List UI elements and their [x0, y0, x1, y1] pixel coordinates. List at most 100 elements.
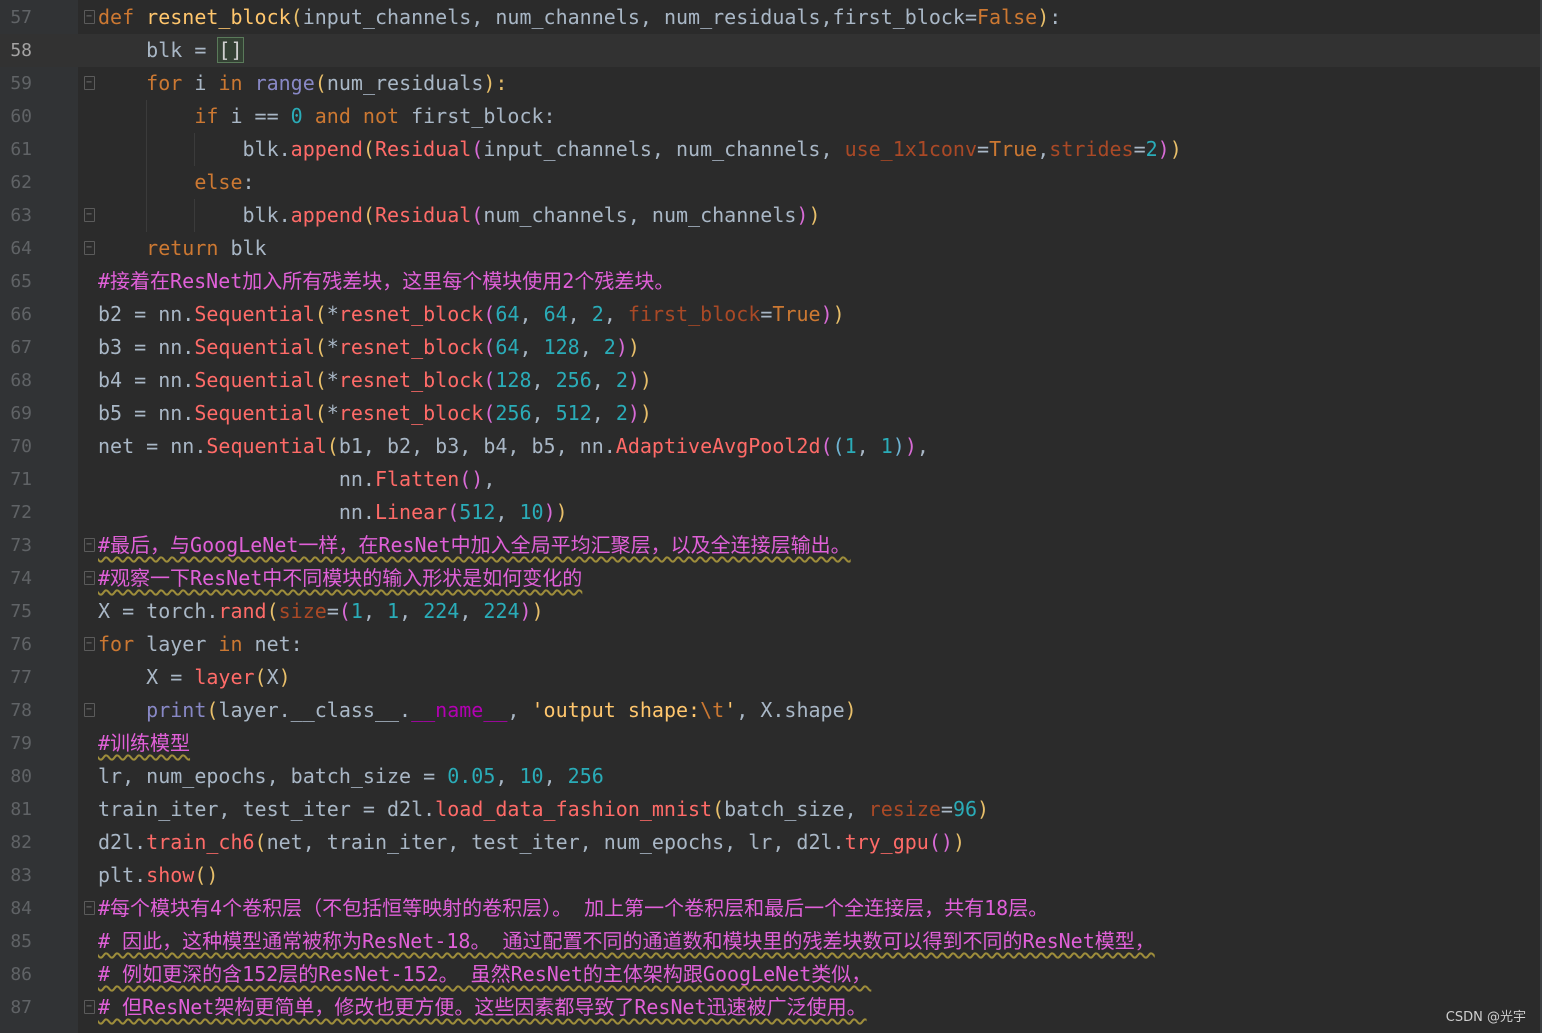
fold-end-icon[interactable] — [84, 241, 95, 255]
code-token: blk. — [98, 137, 291, 161]
code-text[interactable]: # 例如更深的含152层的ResNet-152。 虽然ResNet的主体架构跟G… — [98, 958, 871, 991]
code-line[interactable]: 73 #最后，与GoogLeNet一样，在ResNet中加入全局平均汇聚层，以及全… — [0, 529, 1542, 562]
code-line[interactable]: 85 # 因此，这种模型通常被称为ResNet-18。 通过配置不同的通道数和模块… — [0, 925, 1542, 958]
code-text[interactable]: return blk — [98, 232, 266, 265]
code-line[interactable]: 75 X = torch.rand(size=(1, 1, 224, 224)) — [0, 595, 1542, 628]
code-text[interactable]: net = nn.Sequential(b1, b2, b3, b4, b5, … — [98, 430, 929, 463]
line-number: 76 — [10, 634, 32, 655]
code-line[interactable]: 64 return blk — [0, 232, 1542, 265]
fold-collapse-icon[interactable] — [84, 10, 95, 24]
code-text[interactable]: nn.Linear(512, 10)) — [98, 496, 568, 529]
code-editor[interactable]: 57def resnet_block(input_channels, num_c… — [0, 0, 1542, 1033]
fold-end-icon[interactable] — [84, 571, 95, 585]
code-line[interactable]: 68 b4 = nn.Sequential(*resnet_block(128, … — [0, 364, 1542, 397]
code-line[interactable]: 61 blk.append(Residual(input_channels, n… — [0, 133, 1542, 166]
code-text[interactable]: #每个模块有4个卷积层（不包括恒等映射的卷积层）。 加上第一个卷积层和最后一个全… — [98, 892, 1048, 925]
code-token: ( — [447, 500, 460, 524]
code-token: ( — [326, 434, 339, 458]
code-token: resnet_block — [146, 5, 291, 29]
code-token: 256 — [567, 764, 604, 788]
fold-collapse-icon[interactable] — [84, 538, 95, 552]
code-line[interactable]: 59 for i in range(num_residuals): — [0, 67, 1542, 100]
code-token: resize — [868, 797, 941, 821]
code-text[interactable]: train_iter, test_iter = d2l.load_data_fa… — [98, 793, 989, 826]
code-text[interactable]: #观察一下ResNet中不同模块的输入形状是如何变化的 — [98, 562, 582, 595]
code-token: , — [362, 599, 388, 623]
code-line[interactable]: 57 def resnet_block(input_channels, num_c… — [0, 1, 1542, 34]
code-text[interactable]: #训练模型 — [98, 727, 190, 760]
fold-end-icon[interactable] — [84, 703, 95, 717]
code-token: 1 — [880, 434, 893, 458]
code-text[interactable]: b4 = nn.Sequential(*resnet_block(128, 25… — [98, 364, 652, 397]
code-line[interactable]: 60 if i == 0 and not first_block: — [0, 100, 1542, 133]
code-line[interactable]: 83 plt.show() — [0, 859, 1542, 892]
code-line[interactable]: 82 d2l.train_ch6(net, train_iter, test_it… — [0, 826, 1542, 859]
code-line[interactable]: 86 # 例如更深的含152层的ResNet-152。 虽然ResNet的主体架构… — [0, 958, 1542, 991]
code-line[interactable]: 70 net = nn.Sequential(b1, b2, b3, b4, b5… — [0, 430, 1542, 463]
fold-collapse-icon[interactable] — [84, 76, 95, 90]
code-text[interactable]: for i in range(num_residuals): — [98, 67, 507, 100]
code-line[interactable]: 77 X = layer(X) — [0, 661, 1542, 694]
code-text[interactable]: d2l.train_ch6(net, train_iter, test_iter… — [98, 826, 965, 859]
code-token: 2 — [615, 401, 628, 425]
code-text[interactable]: X = layer(X) — [98, 661, 291, 694]
code-text[interactable]: def resnet_block(input_channels, num_cha… — [98, 1, 1061, 34]
line-number: 79 — [10, 733, 32, 754]
code-token: else — [194, 170, 243, 194]
code-text[interactable]: b3 = nn.Sequential(*resnet_block(64, 128… — [98, 331, 640, 364]
code-line[interactable]: 79 #训练模型 — [0, 727, 1542, 760]
code-token: Flatten — [374, 467, 460, 491]
code-line[interactable]: 67 b3 = nn.Sequential(*resnet_block(64, 1… — [0, 331, 1542, 364]
code-token: True — [772, 302, 821, 326]
code-token: \t — [700, 698, 725, 722]
code-line[interactable]: 78 print(layer.__class__.__name__, 'outp… — [0, 694, 1542, 727]
code-text[interactable]: plt.show() — [98, 859, 218, 892]
fold-end-icon[interactable] — [84, 1000, 95, 1014]
code-line[interactable]: 65 #接着在ResNet加入所有残差块，这里每个模块使用2个残差块。 — [0, 265, 1542, 298]
code-line[interactable]: 72 nn.Linear(512, 10)) — [0, 496, 1542, 529]
line-number: 75 — [10, 601, 32, 622]
code-text[interactable]: blk = [] — [98, 34, 244, 67]
code-text[interactable]: if i == 0 and not first_block: — [98, 100, 555, 133]
line-number: 72 — [10, 502, 32, 523]
code-line[interactable]: 66 b2 = nn.Sequential(*resnet_block(64, 6… — [0, 298, 1542, 331]
code-text[interactable]: # 但ResNet架构更简单，修改也更方便。这些因素都导致了ResNet迅速被广… — [98, 991, 867, 1024]
code-token: Sequential — [194, 335, 315, 359]
code-text[interactable]: else: — [98, 166, 254, 199]
code-token: ) — [543, 500, 556, 524]
code-text[interactable]: lr, num_epochs, batch_size = 0.05, 10, 2… — [98, 760, 604, 793]
fold-collapse-icon[interactable] — [84, 901, 95, 915]
code-text[interactable]: blk.append(Residual(num_channels, num_ch… — [98, 199, 820, 232]
code-line[interactable]: 81 train_iter, test_iter = d2l.load_data_… — [0, 793, 1542, 826]
code-token: ) — [796, 203, 809, 227]
code-text[interactable]: blk.append(Residual(input_channels, num_… — [98, 133, 1181, 166]
code-line[interactable]: 71 nn.Flatten(), — [0, 463, 1542, 496]
code-text[interactable]: b5 = nn.Sequential(*resnet_block(256, 51… — [98, 397, 652, 430]
code-text[interactable]: X = torch.rand(size=(1, 1, 224, 224)) — [98, 595, 544, 628]
code-line[interactable]: 84 #每个模块有4个卷积层（不包括恒等映射的卷积层）。 加上第一个卷积层和最后一… — [0, 892, 1542, 925]
code-token: ) — [555, 500, 568, 524]
code-line[interactable]: 74 #观察一下ResNet中不同模块的输入形状是如何变化的 — [0, 562, 1542, 595]
fold-end-icon[interactable] — [84, 208, 95, 222]
code-token: ( — [483, 302, 496, 326]
code-line[interactable]: 76 for layer in net: — [0, 628, 1542, 661]
code-text[interactable]: for layer in net: — [98, 628, 303, 661]
code-token: 128 — [495, 368, 532, 392]
code-line[interactable]: 58 blk = [] — [0, 34, 1542, 67]
code-text[interactable]: # 因此，这种模型通常被称为ResNet-18。 通过配置不同的通道数和模块里的… — [98, 925, 1155, 958]
code-text[interactable]: nn.Flatten(), — [98, 463, 496, 496]
code-text[interactable]: print(layer.__class__.__name__, 'output … — [98, 694, 856, 727]
code-line[interactable]: 63 blk.append(Residual(num_channels, num… — [0, 199, 1542, 232]
code-line[interactable]: 87 # 但ResNet架构更简单，修改也更方便。这些因素都导致了ResNet迅速… — [0, 991, 1542, 1024]
code-token: ( — [254, 830, 267, 854]
code-text[interactable]: b2 = nn.Sequential(*resnet_block(64, 64,… — [98, 298, 845, 331]
code-text[interactable]: #接着在ResNet加入所有残差块，这里每个模块使用2个残差块。 — [98, 265, 674, 298]
fold-collapse-icon[interactable] — [84, 637, 95, 651]
code-text[interactable]: #最后，与GoogLeNet一样，在ResNet中加入全局平均汇聚层，以及全连接… — [98, 529, 851, 562]
code-line[interactable]: 62 else: — [0, 166, 1542, 199]
code-token: lr, num_epochs, batch_size = — [98, 764, 448, 788]
code-line[interactable]: 69 b5 = nn.Sequential(*resnet_block(256, … — [0, 397, 1542, 430]
code-token: 256 — [555, 368, 592, 392]
code-line[interactable]: 80 lr, num_epochs, batch_size = 0.05, 10,… — [0, 760, 1542, 793]
